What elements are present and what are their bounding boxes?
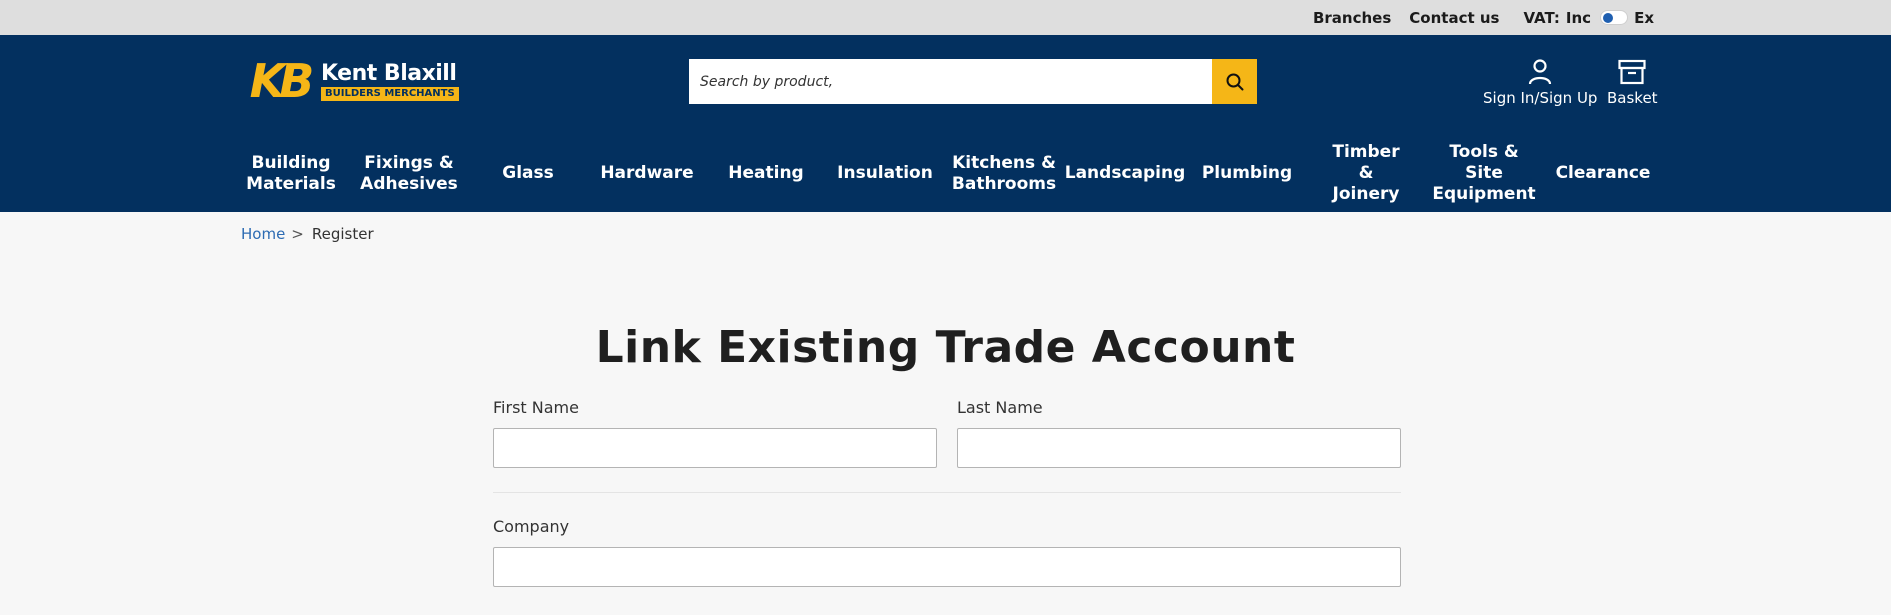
nav-insulation[interactable]: Insulation — [835, 135, 935, 212]
breadcrumb-separator: > — [291, 225, 304, 243]
basket-button[interactable]: Basket — [1607, 55, 1658, 107]
breadcrumb: Home > Register — [241, 225, 374, 243]
branches-link[interactable]: Branches — [1313, 9, 1391, 27]
last-name-label: Last Name — [957, 398, 1043, 417]
user-icon — [1529, 59, 1552, 85]
nav-fixings-adhesives[interactable]: Fixings & Adhesives — [359, 135, 459, 212]
nav-landscaping[interactable]: Landscaping — [1065, 135, 1186, 212]
sign-in-button[interactable]: Sign In/Sign Up — [1483, 55, 1597, 107]
logo-wordmark: Kent Blaxill BUILDERS MERCHANTS — [321, 60, 459, 101]
company-field[interactable] — [493, 547, 1401, 587]
basket-icon — [1618, 59, 1646, 85]
search-button[interactable] — [1212, 59, 1257, 104]
contact-link[interactable]: Contact us — [1409, 9, 1499, 27]
nav-building-materials[interactable]: Building Materials — [241, 135, 341, 212]
logo-tagline: BUILDERS MERCHANTS — [321, 86, 459, 101]
utility-bar: Branches Contact us VAT: Inc Ex — [0, 0, 1891, 35]
search-icon — [1226, 73, 1243, 90]
nav-hardware[interactable]: Hardware — [597, 135, 697, 212]
breadcrumb-home[interactable]: Home — [241, 225, 285, 243]
basket-label: Basket — [1607, 89, 1658, 107]
first-name-label: First Name — [493, 398, 579, 417]
last-name-field[interactable] — [957, 428, 1401, 468]
form-divider — [493, 492, 1401, 493]
search-bar — [689, 59, 1257, 104]
page-title: Link Existing Trade Account — [595, 322, 1296, 373]
main-nav: Building Materials Fixings & Adhesives G… — [0, 135, 1891, 212]
nav-timber-joinery[interactable]: Timber & Joinery — [1316, 135, 1416, 212]
nav-glass[interactable]: Glass — [478, 135, 578, 212]
site-header: KB Kent Blaxill BUILDERS MERCHANTS Sign … — [0, 35, 1891, 212]
vat-ex-label: Ex — [1634, 8, 1654, 27]
nav-kitchens-bathrooms[interactable]: Kitchens & Bathrooms — [952, 135, 1056, 212]
logo-name: Kent Blaxill — [321, 60, 457, 86]
nav-plumbing[interactable]: Plumbing — [1197, 135, 1297, 212]
breadcrumb-current: Register — [311, 225, 374, 243]
logo-mark: KB — [249, 54, 315, 108]
vat-switch[interactable]: VAT: Inc Ex — [1523, 9, 1654, 27]
first-name-field[interactable] — [493, 428, 937, 468]
sign-in-label: Sign In/Sign Up — [1483, 89, 1598, 107]
nav-heating[interactable]: Heating — [716, 135, 816, 212]
search-input[interactable] — [689, 59, 1212, 104]
nav-clearance[interactable]: Clearance — [1553, 135, 1653, 212]
vat-label: VAT: — [1523, 8, 1560, 27]
company-label: Company — [493, 517, 570, 536]
vat-inc-label: Inc — [1565, 8, 1592, 27]
vat-toggle-knob — [1603, 13, 1614, 23]
logo[interactable]: KB Kent Blaxill BUILDERS MERCHANTS — [241, 54, 463, 108]
vat-toggle[interactable] — [1600, 10, 1629, 25]
nav-tools-site-equipment[interactable]: Tools & Site Equipment — [1432, 135, 1535, 212]
